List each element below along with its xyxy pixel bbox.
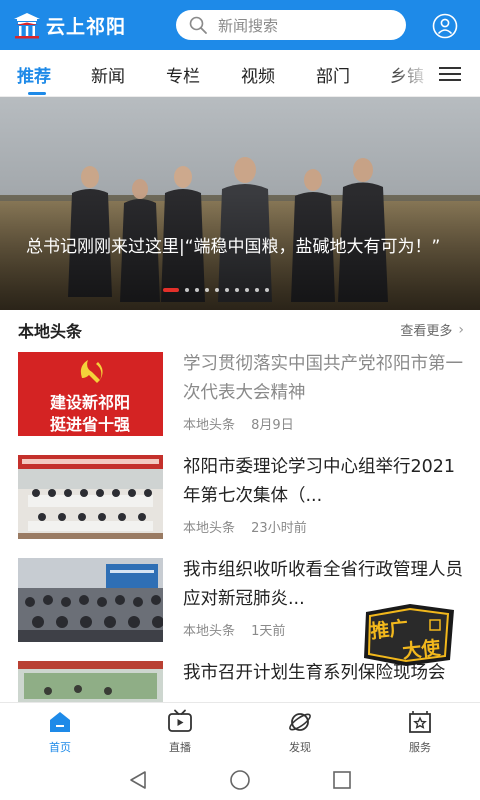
thumb-slogan-1: 建设新祁阳 [50, 393, 130, 412]
search-icon [189, 16, 207, 34]
category-tabs: 推荐 新闻 专栏 视频 部门 乡镇 [0, 50, 480, 97]
nav-discover[interactable]: 发现 [260, 709, 340, 755]
news-thumbnail [18, 661, 163, 702]
carousel-dot[interactable] [225, 288, 229, 292]
carousel-dot[interactable] [185, 288, 189, 292]
tab-news[interactable]: 新闻 [91, 62, 125, 87]
carousel-dot[interactable] [255, 288, 259, 292]
see-more-link[interactable]: 查看更多 › [400, 320, 464, 340]
nav-label: 首页 [49, 741, 71, 754]
planet-icon [289, 713, 311, 731]
nav-label: 服务 [409, 741, 431, 754]
star-box-icon [409, 711, 431, 733]
back-triangle-icon[interactable] [128, 770, 148, 790]
top-header: 云上祁阳 新闻搜索 [0, 0, 480, 50]
app-screen: 云上祁阳 新闻搜索 推荐 新闻 专栏 视频 部门 乡镇 [0, 0, 480, 800]
news-source: 本地头条 [183, 418, 236, 433]
home-icon [50, 712, 70, 732]
chevron-right-icon: › [458, 321, 464, 338]
carousel-dot[interactable] [205, 288, 209, 292]
news-title: 祁阳市委理论学习中心组举行2021年第七次集体（... [183, 457, 456, 506]
news-source: 本地头条 [183, 624, 236, 639]
news-meta: 本地头条 23小时前 [183, 517, 307, 536]
nav-services[interactable]: 服务 [380, 709, 460, 755]
carousel-indicator [163, 287, 275, 293]
tab-overflow-fade [388, 50, 432, 96]
thumb-slogan-2: 挺进省十强 [50, 415, 130, 434]
news-meta: 本地头条 8月9日 [183, 414, 294, 433]
system-navigation-bar [0, 760, 480, 800]
pavilion-logo-icon [14, 13, 40, 39]
search-bar[interactable]: 新闻搜索 [176, 10, 406, 40]
menu-icon[interactable] [438, 64, 462, 84]
news-time: 1天前 [251, 624, 286, 639]
active-tab-indicator [28, 92, 46, 95]
banner-photo [0, 97, 480, 310]
news-list-item[interactable]: 建设新祁阳 挺进省十强 学习贯彻落实中国共产党祁阳市第一次代表大会精神 本地头条… [18, 352, 466, 440]
search-placeholder: 新闻搜索 [218, 16, 279, 35]
tab-video[interactable]: 视频 [241, 62, 275, 87]
badge-text-line1: 推广 [369, 616, 409, 643]
news-thumbnail: 建设新祁阳 挺进省十强 [18, 352, 163, 436]
news-source: 本地头条 [183, 521, 236, 536]
news-title: 学习贯彻落实中国共产党祁阳市第一次代表大会精神 [183, 354, 463, 403]
hero-banner[interactable]: 总书记刚刚来过这里|“端稳中国粮，盐碱地大有可为！” [0, 97, 480, 310]
tab-columns[interactable]: 专栏 [166, 62, 200, 87]
carousel-dot[interactable] [235, 288, 239, 292]
tab-departments[interactable]: 部门 [316, 62, 350, 87]
carousel-dot[interactable] [245, 288, 249, 292]
home-circle-icon[interactable] [229, 769, 251, 791]
news-time: 8月9日 [251, 418, 294, 433]
user-profile-icon[interactable] [432, 13, 458, 39]
news-thumbnail [18, 455, 163, 539]
carousel-dot-active[interactable] [163, 288, 179, 292]
app-logo[interactable]: 云上祁阳 [12, 10, 126, 40]
news-time: 23小时前 [251, 521, 307, 536]
section-title: 本地头条 [18, 322, 83, 341]
nav-live[interactable]: 直播 [140, 709, 220, 755]
app-name: 云上祁阳 [46, 15, 127, 38]
news-thumbnail [18, 558, 163, 642]
badge-text-line2: 大使 [401, 636, 442, 663]
carousel-dot[interactable] [195, 288, 199, 292]
tab-recommend[interactable]: 推荐 [17, 62, 51, 87]
nav-home[interactable]: 首页 [20, 709, 100, 755]
tv-icon [168, 709, 192, 732]
news-meta: 本地头条 1天前 [183, 620, 285, 639]
nav-label: 发现 [289, 741, 311, 754]
banner-headline: 总书记刚刚来过这里|“端稳中国粮，盐碱地大有可为！” [26, 237, 441, 257]
promo-ambassador-badge[interactable]: 推广 大使 [360, 600, 460, 670]
nav-label: 直播 [169, 741, 191, 754]
bottom-navigation: 首页 直播 发现 服务 [0, 702, 480, 760]
carousel-dot[interactable] [265, 288, 269, 292]
carousel-dot[interactable] [215, 288, 219, 292]
recents-square-icon[interactable] [332, 770, 352, 790]
see-more-label: 查看更多 [400, 324, 453, 339]
news-list-item[interactable]: 祁阳市委理论学习中心组举行2021年第七次集体（... 本地头条 23小时前 [18, 455, 466, 543]
